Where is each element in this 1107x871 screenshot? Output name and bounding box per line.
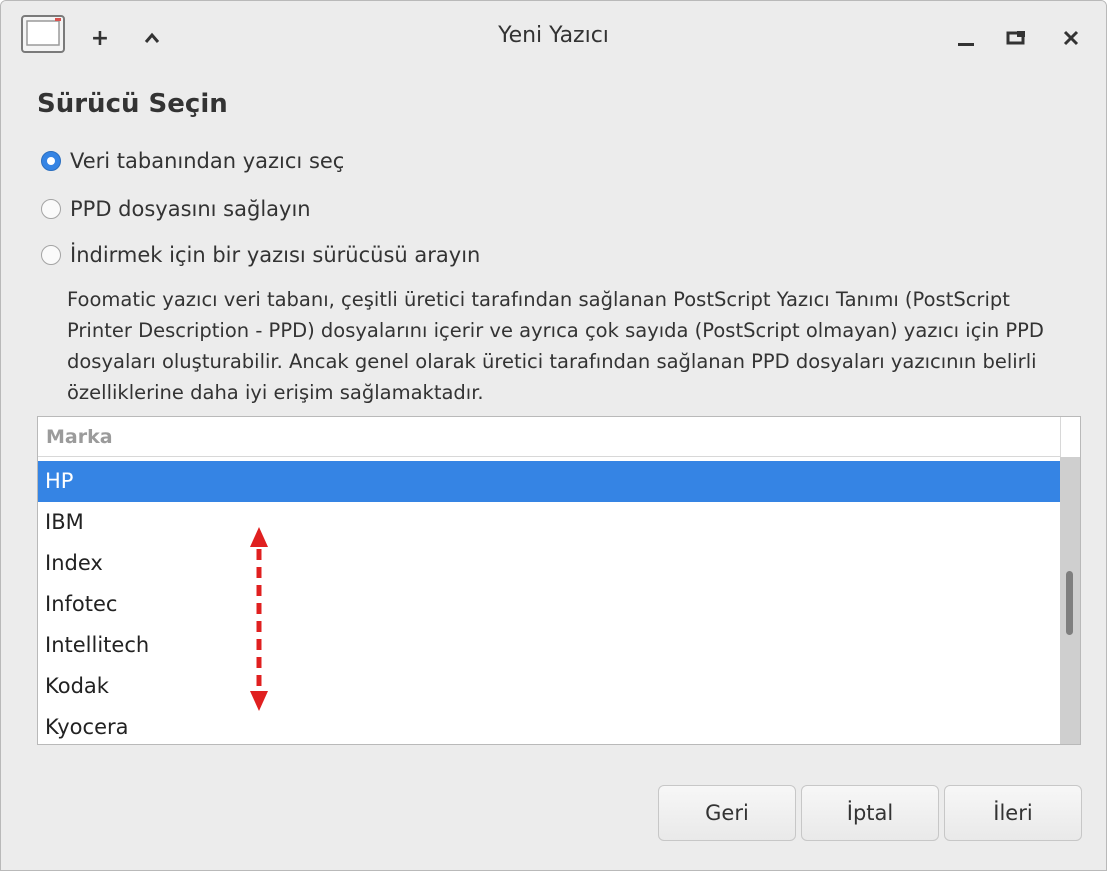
scrollbar-thumb[interactable] <box>1066 571 1073 635</box>
list-item[interactable]: Infotec <box>38 584 1060 625</box>
minimize-icon[interactable] <box>951 23 981 53</box>
page-title: Sürücü Seçin <box>37 89 228 119</box>
option-label: İndirmek için bir yazısı sürücüsü arayın <box>70 243 481 267</box>
list-item[interactable]: IBM <box>38 502 1060 543</box>
description-text: Foomatic yazıcı veri tabanı, çeşitli üre… <box>67 288 1044 404</box>
option-label: Veri tabanından yazıcı seç <box>70 149 345 173</box>
list-item[interactable]: Intellitech <box>38 625 1060 666</box>
column-header-make[interactable]: Marka <box>38 417 1060 457</box>
scrollbar-header-spacer <box>1060 417 1080 457</box>
make-list[interactable]: Marka HP IBM Index Infotec Intellitech K… <box>37 416 1081 745</box>
option-search-driver[interactable]: İndirmek için bir yazısı sürücüsü arayın <box>41 243 480 267</box>
new-printer-window: + Yeni Yazıcı Sürücü Seçin Veri tabanınd… <box>0 0 1107 871</box>
maximize-icon[interactable] <box>1001 23 1031 53</box>
option-label: PPD dosyasını sağlayın <box>70 197 311 221</box>
list-item[interactable]: HP <box>38 461 1060 502</box>
window-title: Yeni Yazıcı <box>498 23 609 48</box>
scroll-direction-arrow-icon <box>250 527 268 711</box>
list-rows: HP IBM Index Infotec Intellitech Kodak K… <box>38 461 1060 748</box>
radio-button[interactable] <box>41 199 61 219</box>
radio-button[interactable] <box>41 245 61 265</box>
cancel-button[interactable]: İptal <box>801 785 939 841</box>
list-item[interactable]: Kodak <box>38 666 1060 707</box>
radio-button-checked[interactable] <box>41 151 61 171</box>
title-bar[interactable]: + Yeni Yazıcı <box>1 1 1106 77</box>
option-ppd-file[interactable]: PPD dosyasını sağlayın <box>41 197 311 221</box>
list-item[interactable]: Index <box>38 543 1060 584</box>
next-button[interactable]: İleri <box>944 785 1082 841</box>
back-button[interactable]: Geri <box>658 785 796 841</box>
close-icon[interactable] <box>1056 23 1086 53</box>
list-item[interactable]: Kyocera <box>38 707 1060 748</box>
option-database[interactable]: Veri tabanından yazıcı seç <box>41 149 344 173</box>
